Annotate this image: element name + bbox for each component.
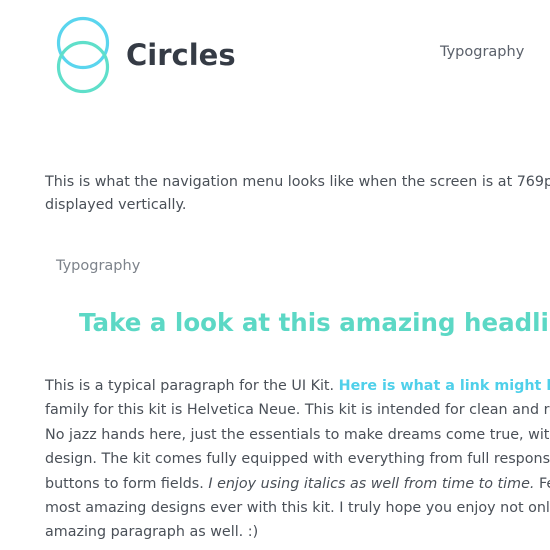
paragraph-text: buttons to form fields.: [45, 475, 209, 492]
intro-line-1: This is what the navigation menu looks l…: [45, 174, 550, 190]
circles-logo-icon[interactable]: [53, 14, 113, 96]
paragraph-line-4: design. The kit comes fully equipped wit…: [45, 451, 550, 468]
nav-item-typography[interactable]: Typography: [440, 44, 524, 60]
page: Circles Typography This is what the navi…: [0, 0, 550, 550]
paragraph-text: Fell: [538, 475, 550, 492]
paragraph-line-3: No jazz hands here, just the essentials …: [45, 426, 550, 443]
paragraph-line-7: amazing paragraph as well. :): [45, 524, 259, 541]
paragraph-line-5: buttons to form fields. I enjoy using it…: [45, 472, 550, 496]
body-paragraph: This is a typical paragraph for the UI K…: [45, 374, 550, 545]
paragraph-text: This is a typical paragraph for the UI K…: [45, 378, 339, 394]
brand-name[interactable]: Circles: [126, 38, 236, 72]
paragraph-line-6: most amazing designs ever with this kit.…: [45, 500, 550, 517]
headline: Take a look at this amazing headline: [79, 308, 550, 337]
intro-text: This is what the navigation menu looks l…: [45, 171, 550, 217]
paragraph-link[interactable]: Here is what a link might look li: [339, 378, 550, 394]
paragraph-line-1: This is a typical paragraph for the UI K…: [45, 374, 550, 398]
vertical-nav-item-typography[interactable]: Typography: [56, 258, 140, 274]
paragraph-line-2: family for this kit is Helvetica Neue. T…: [45, 402, 550, 419]
intro-line-2: displayed vertically.: [45, 197, 187, 213]
paragraph-italic: I enjoy using italics as well from time …: [208, 475, 535, 492]
